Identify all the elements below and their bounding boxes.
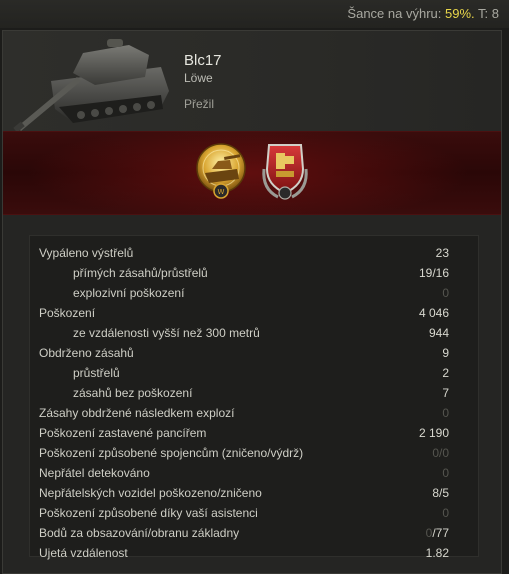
stat-value-part: /77 [432,526,449,540]
stat-row: Bodů za obsazování/obranu základny 0/77 [30,523,478,543]
stat-row: Poškození způsobené díky vaší asistenci 0 [30,503,478,523]
win-chance-value: 59%. [445,6,475,21]
stat-label: Ujetá vzdálenost [39,546,128,560]
stat-label: Nepřátelských vozidel poškozeno/zničeno [39,486,262,500]
stat-row: zásahů bez poškození 7 [30,383,478,403]
stat-value: 2 [442,366,449,380]
stat-row: Obdrženo zásahů 9 [30,343,478,363]
stat-value: 1.82 [425,546,449,560]
stat-row: Poškození 4 046 [30,303,478,323]
stat-label: Poškození způsobené díky vaší asistenci [39,506,258,520]
stat-row: Nepřátelských vozidel poškozeno/zničeno 8… [30,483,478,503]
stat-row: Vypáleno výstřelů 23 [30,243,478,263]
stat-label: průstřelů [73,366,120,380]
stat-row: průstřelů 2 [30,363,478,383]
stat-value: 0 [442,286,449,300]
top-bar: Šance na výhru: 59%. T: 8 [0,0,509,28]
stat-label: Obdrženo zásahů [39,346,134,360]
stat-row: Poškození zastavené pancířem 2 190 [30,423,478,443]
survival-status: Přežil [184,97,215,111]
stat-row: ze vzdálenosti vyšší než 300 metrů 944 [30,323,478,343]
stat-row: Ujetá vzdálenost 1.82 [30,543,478,563]
stat-label: ze vzdálenosti vyšší než 300 metrů [73,326,260,340]
stat-value: 0 [442,406,449,420]
stat-label: Vypáleno výstřelů [39,246,134,260]
stat-value: 9 [442,346,449,360]
tank-header: Blc17 Löwe Přežil [3,31,501,131]
medals-band: W [3,131,501,215]
tier-text: T: 8 [478,6,499,21]
stat-label: explozivní poškození [73,286,185,300]
stat-label: Poškození zastavené pancířem [39,426,207,440]
stat-value: 944 [428,326,449,340]
stat-value: 2 190 [418,426,449,440]
stat-value: 0/77 [426,523,449,543]
heavy-tank-icon [13,39,169,131]
svg-text:W: W [218,188,225,196]
stat-value: 8/5 [432,486,449,500]
stat-value: 0 [442,506,449,520]
stat-value: 0 [442,466,449,480]
stat-label: Zásahy obdržené následkem explozí [39,406,235,420]
stat-value: 4 046 [418,306,449,320]
player-result-panel: Blc17 Löwe Přežil W Vypáleno výstřelů 23… [2,30,502,574]
stat-label: Poškození [39,306,96,320]
stat-row: přímých zásahů/průstřelů 19/16 [30,263,478,283]
win-chance-text: Šance na výhru: 59%. T: 8 [347,6,499,21]
stat-value: 19/16 [418,266,449,280]
red-shield-medal-icon[interactable] [258,139,312,203]
stat-label: Nepřátel detekováno [39,466,150,480]
stat-value: 7 [442,386,449,400]
gold-tank-medal-icon[interactable]: W [194,139,248,203]
stat-label: Bodů za obsazování/obranu základny [39,526,240,540]
stat-label: zásahů bez poškození [73,386,193,400]
stat-label: Poškození způsobené spojencům (zničeno/v… [39,446,304,460]
player-name: Löwe [184,71,213,85]
stat-value: 0/0 [432,446,449,460]
stat-row: Poškození způsobené spojencům (zničeno/v… [30,443,478,463]
stat-row: Nepřátel detekováno 0 [30,463,478,483]
win-chance-label: Šance na výhru: [347,6,442,21]
stat-row: Zásahy obdržené následkem explozí 0 [30,403,478,423]
tank-name: Blc17 [184,52,222,69]
battle-stats-table: Vypáleno výstřelů 23 přímých zásahů/průstř… [29,235,479,560]
stat-label: přímých zásahů/průstřelů [73,266,208,280]
stat-value: 23 [435,246,449,260]
stat-row: explozivní poškození 0 [30,283,478,303]
